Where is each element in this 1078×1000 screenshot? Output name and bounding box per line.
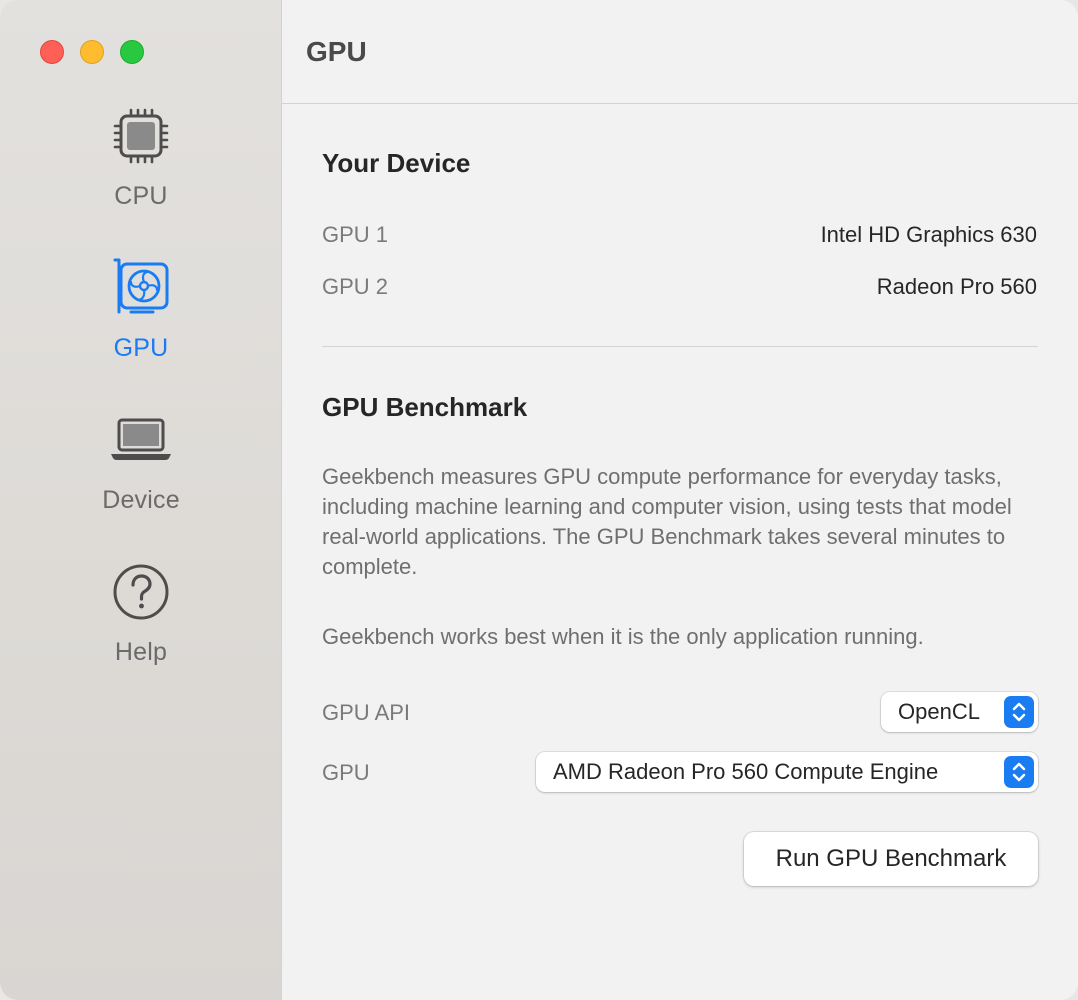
question-circle-icon: [113, 564, 169, 620]
page-title: GPU: [306, 36, 367, 67]
minimize-window-button[interactable]: [80, 40, 104, 64]
benchmark-note: Geekbench works best when it is the only…: [322, 624, 924, 649]
title-bar: GPU: [282, 0, 1078, 104]
cpu-chip-icon: [113, 108, 169, 164]
sidebar-item-cpu[interactable]: CPU: [0, 104, 282, 234]
up-down-chevron-icon: [1004, 696, 1034, 728]
gpu1-value: Intel HD Graphics 630: [820, 222, 1037, 247]
up-down-chevron-icon: [1004, 756, 1034, 788]
gpu-device-selected-value: AMD Radeon Pro 560 Compute Engine: [553, 759, 939, 784]
sidebar-item-label: Device: [102, 486, 180, 514]
gpu-api-label: GPU API: [322, 700, 411, 725]
sidebar-item-label: Help: [114, 638, 168, 666]
section-divider: [322, 346, 1038, 347]
sidebar-item-label: CPU: [114, 182, 168, 210]
main-panel: GPU Your Device GPU 1 Intel HD Graphics …: [282, 0, 1078, 1000]
run-gpu-benchmark-button[interactable]: Run GPU Benchmark: [744, 832, 1038, 886]
close-window-button[interactable]: [40, 40, 64, 64]
benchmark-description: Geekbench measures GPU compute performan…: [322, 464, 1012, 579]
gpu-benchmark-heading: GPU Benchmark: [322, 392, 528, 422]
zoom-window-button[interactable]: [120, 40, 144, 64]
gpu-api-select[interactable]: OpenCL: [881, 692, 1038, 732]
sidebar-item-label: GPU: [113, 334, 169, 362]
your-device-heading: Your Device: [322, 148, 471, 178]
sidebar-item-device[interactable]: Device: [0, 408, 282, 538]
gpu-device-select[interactable]: AMD Radeon Pro 560 Compute Engine: [536, 752, 1038, 792]
laptop-icon: [111, 418, 171, 460]
sidebar-item-help[interactable]: Help: [0, 560, 282, 690]
gpu2-value: Radeon Pro 560: [876, 274, 1037, 299]
gpu1-label: GPU 1: [322, 222, 389, 247]
gpu2-label: GPU 2: [322, 274, 389, 299]
app-window: CPU GPU Device Help GPU Your Device GPU …: [0, 0, 1078, 1000]
sidebar-item-gpu[interactable]: GPU: [0, 256, 282, 386]
sidebar: CPU GPU Device Help: [0, 0, 282, 1000]
gpu-select-label: GPU: [322, 760, 370, 785]
graphics-card-icon: [113, 258, 169, 314]
gpu-api-selected-value: OpenCL: [898, 699, 980, 724]
